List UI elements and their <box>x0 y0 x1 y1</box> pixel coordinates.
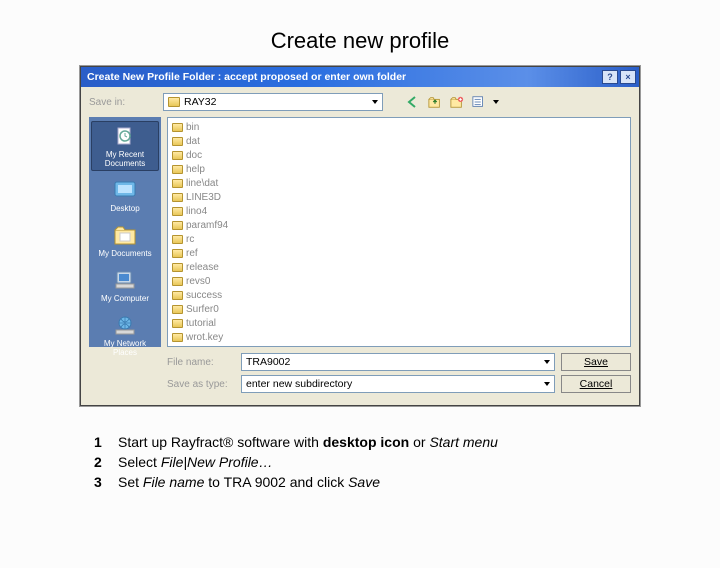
savetype-combo[interactable]: enter new subdirectory <box>241 375 555 393</box>
list-item[interactable]: revs0 <box>172 274 626 288</box>
my-computer-icon <box>111 268 139 292</box>
list-item[interactable]: release <box>172 260 626 274</box>
titlebar-text: Create New Profile Folder : accept propo… <box>87 71 406 83</box>
chevron-down-icon[interactable] <box>493 100 499 104</box>
chevron-down-icon <box>544 360 550 364</box>
step-text: Set File name to TRA 9002 and click Save <box>118 472 380 492</box>
slide-title: Create new profile <box>0 28 720 54</box>
folder-icon <box>172 123 183 132</box>
step-number: 1 <box>94 432 106 452</box>
save-dialog: Create New Profile Folder : accept propo… <box>80 66 640 406</box>
step-text: Start up Rayfract® software with desktop… <box>118 432 498 452</box>
instruction-row: 2 Select File|New Profile… <box>94 452 720 472</box>
places-bar: My Recent Documents Desktop My Documents <box>89 117 161 347</box>
folder-icon <box>172 277 183 286</box>
chevron-down-icon <box>372 100 378 104</box>
filename-value: TRA9002 <box>246 356 290 368</box>
place-label: My Recent Documents <box>92 150 158 168</box>
folder-icon <box>172 319 183 328</box>
folder-icon <box>172 235 183 244</box>
folder-icon <box>172 207 183 216</box>
folder-icon <box>172 179 183 188</box>
savetype-label: Save as type: <box>167 379 235 390</box>
list-item[interactable]: doc <box>172 148 626 162</box>
savein-combo[interactable]: RAY32 <box>163 93 383 111</box>
list-item[interactable]: help <box>172 162 626 176</box>
close-button[interactable]: × <box>620 70 636 84</box>
help-button[interactable]: ? <box>602 70 618 84</box>
savein-label: Save in: <box>89 97 157 108</box>
place-recent[interactable]: My Recent Documents <box>91 121 159 171</box>
savetype-value: enter new subdirectory <box>246 378 352 390</box>
step-number: 3 <box>94 472 106 492</box>
step-text: Select File|New Profile… <box>118 452 273 472</box>
folder-icon <box>172 151 183 160</box>
desktop-icon <box>111 178 139 202</box>
file-list[interactable]: bin dat doc help line\dat LINE3D lino4 p… <box>167 117 631 347</box>
folder-icon <box>168 97 180 107</box>
savein-value: RAY32 <box>184 96 217 108</box>
place-mycomputer[interactable]: My Computer <box>91 265 159 306</box>
place-desktop[interactable]: Desktop <box>91 175 159 216</box>
step-number: 2 <box>94 452 106 472</box>
folder-icon <box>172 249 183 258</box>
filename-label: File name: <box>167 357 235 368</box>
place-label: My Documents <box>98 249 151 258</box>
folder-icon <box>172 193 183 202</box>
folder-icon <box>172 165 183 174</box>
list-item[interactable]: line\dat <box>172 176 626 190</box>
chevron-down-icon <box>544 382 550 386</box>
folder-icon <box>172 263 183 272</box>
list-item[interactable]: LINE3D <box>172 190 626 204</box>
list-item[interactable]: dat <box>172 134 626 148</box>
place-label: Desktop <box>110 204 139 213</box>
list-item[interactable]: Surfer0 <box>172 302 626 316</box>
instruction-row: 1 Start up Rayfract® software with deskt… <box>94 432 720 452</box>
network-places-icon <box>111 313 139 337</box>
view-menu-icon[interactable] <box>471 94 487 110</box>
list-item[interactable]: lino4 <box>172 204 626 218</box>
recent-documents-icon <box>111 124 139 148</box>
back-icon[interactable] <box>405 94 421 110</box>
list-item[interactable]: success <box>172 288 626 302</box>
folder-icon <box>172 305 183 314</box>
list-item[interactable]: bin <box>172 120 626 134</box>
instruction-row: 3 Set File name to TRA 9002 and click Sa… <box>94 472 720 492</box>
folder-icon <box>172 291 183 300</box>
up-one-level-icon[interactable] <box>427 94 443 110</box>
save-button[interactable]: Save <box>561 353 631 371</box>
titlebar: Create New Profile Folder : accept propo… <box>81 67 639 87</box>
folder-icon <box>172 221 183 230</box>
filename-field[interactable]: TRA9002 <box>241 353 555 371</box>
list-item[interactable]: ref <box>172 246 626 260</box>
list-item[interactable]: wrot.key <box>172 330 626 344</box>
list-item[interactable]: paramf94 <box>172 218 626 232</box>
new-folder-icon[interactable] <box>449 94 465 110</box>
place-mydocuments[interactable]: My Documents <box>91 220 159 261</box>
cancel-button[interactable]: Cancel <box>561 375 631 393</box>
folder-icon <box>172 333 183 342</box>
instructions: 1 Start up Rayfract® software with deskt… <box>94 432 720 492</box>
my-documents-icon <box>111 223 139 247</box>
list-item[interactable]: tutorial <box>172 316 626 330</box>
place-label: My Computer <box>101 294 149 303</box>
folder-icon <box>172 137 183 146</box>
list-item[interactable]: rc <box>172 232 626 246</box>
